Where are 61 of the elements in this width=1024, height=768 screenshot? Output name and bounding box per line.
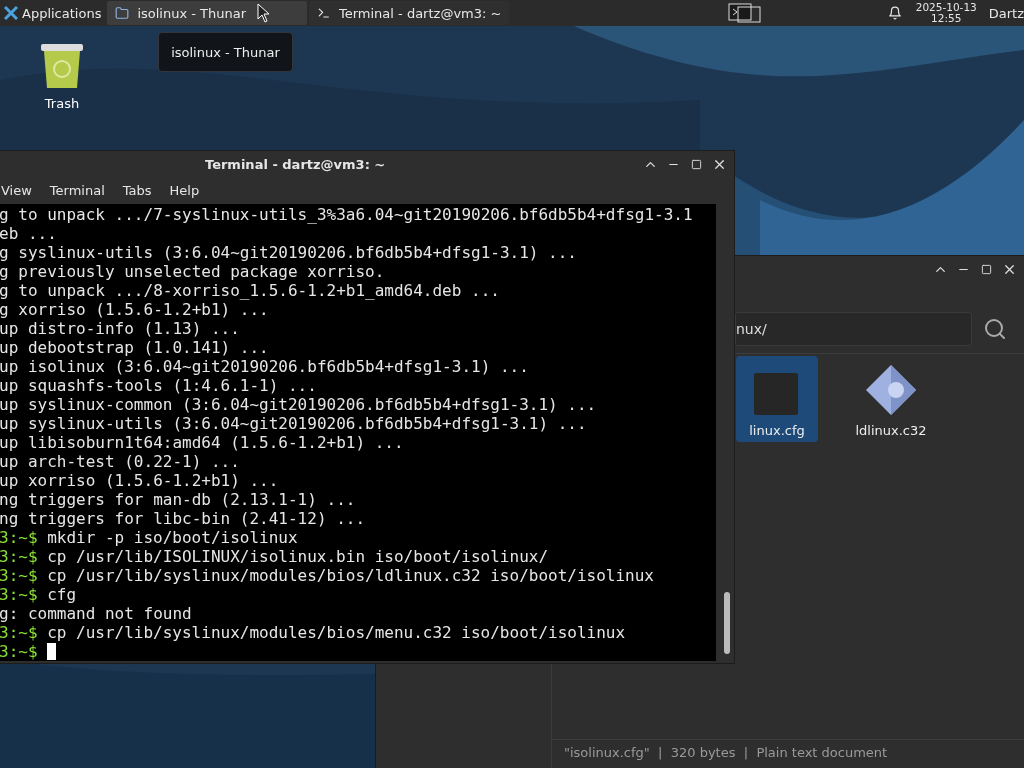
tooltip: isolinux - Thunar	[158, 32, 293, 72]
prompt: 3:~$	[0, 585, 38, 604]
terminal-line: ng triggers for libc-bin (2.41-12) ...	[0, 509, 366, 528]
gear-diamond-icon	[864, 363, 918, 417]
window-title: Terminal - dartz@vm3: ~	[205, 157, 386, 172]
terminal-line: up libisoburn1t64:amd64 (1.5.6-1.2+b1) ...	[0, 433, 404, 452]
clock[interactable]: 2025-10-13 12:55	[915, 2, 977, 24]
terminal-line: ng triggers for man-db (2.13.1-1) ...	[0, 490, 356, 509]
file-item[interactable]: ldlinux.c32	[850, 356, 932, 442]
menu-item[interactable]: Tabs	[120, 182, 160, 198]
file-item[interactable]: linux.cfg	[736, 356, 818, 442]
document-icon	[754, 371, 800, 417]
terminal-line: g: command not found	[0, 604, 192, 623]
terminal-line: up squashfs-tools (1:4.6.1-1) ...	[0, 376, 317, 395]
logo-icon	[4, 6, 18, 20]
taskbar-button[interactable]: Terminal - dartz@vm3: ~	[309, 1, 510, 25]
taskbar-button[interactable]: isolinux - Thunar	[107, 1, 308, 25]
prompt: 3:~$	[0, 566, 38, 585]
maximize-icon[interactable]	[981, 264, 992, 275]
terminal-line: up debootstrap (1.0.141) ...	[0, 338, 269, 357]
prompt: 3:~$	[0, 642, 38, 661]
desktop-icon-label[interactable]: Trash	[44, 96, 80, 111]
terminal-line: cp /usr/lib/syslinux/modules/bios/ldlinux.c32 iso/boot/isolinux	[47, 566, 654, 585]
terminal-line: up xorriso (1.5.6-1.2+b1) ...	[0, 471, 279, 490]
path-field[interactable]: nux/	[735, 312, 972, 346]
status-bar: "isolinux.cfg" | 320 bytes | Plain text document	[552, 739, 1024, 764]
prompt: 3:~$	[0, 528, 38, 547]
terminal-line: g previously unselected package xorriso.	[0, 262, 385, 281]
maximize-icon[interactable]	[691, 159, 702, 170]
terminal-line: g xorriso (1.5.6-1.2+b1) ...	[0, 300, 269, 319]
terminal-line: mkdir -p iso/boot/isolinux	[47, 528, 298, 547]
terminal-line: g to unpack .../7-syslinux-utils_3%3a6.04~git20190206.bf6db5b4+dfsg1-3.1	[0, 205, 693, 224]
terminal-line: g to unpack .../8-xorriso_1.5.6-1.2+b1_amd64.deb ...	[0, 281, 500, 300]
user-name[interactable]: Dartz	[988, 5, 1024, 21]
applications-menu[interactable]: Applications	[0, 0, 106, 26]
menu-item[interactable]: View	[0, 182, 40, 198]
terminal-line: cp /usr/lib/ISOLINUX/isolinux.bin iso/boot/isolinux/	[47, 547, 549, 566]
notification-icon[interactable]	[887, 6, 902, 20]
terminal-line: cp /usr/lib/syslinux/modules/bios/menu.c32 iso/boot/isolinux	[47, 623, 626, 642]
search-icon[interactable]	[983, 317, 1007, 341]
scrollbar-thumb[interactable]	[724, 592, 730, 654]
terminal-line: up arch-test (0.22-1) ...	[0, 452, 240, 471]
workspace-icon[interactable]	[727, 3, 762, 23]
prompt: 3:~$	[0, 623, 38, 642]
terminal-line: g syslinux-utils (3:6.04~git20190206.bf6db5b4+dfsg1-3.1) ...	[0, 243, 577, 262]
folder-icon	[115, 6, 130, 20]
close-icon[interactable]	[1002, 262, 1017, 277]
cursor	[47, 643, 57, 660]
close-icon[interactable]	[712, 157, 727, 172]
prompt: 3:~$	[0, 547, 38, 566]
menu-item[interactable]: Help	[167, 182, 208, 198]
terminal-line: cfg	[47, 585, 77, 604]
terminal-line: up syslinux-utils (3:6.04~git20190206.bf6db5b4+dfsg1-3.1) ...	[0, 414, 587, 433]
terminal-line: up isolinux (3:6.04~git20190206.bf6db5b4+dfsg1-3.1) ...	[0, 357, 529, 376]
menu-item[interactable]: Terminal	[47, 182, 113, 198]
terminal-line: eb ...	[0, 224, 57, 243]
trash-icon[interactable]	[39, 42, 85, 90]
terminal-line: up distro-info (1.13) ...	[0, 319, 240, 338]
terminal-line: up syslinux-common (3:6.04~git20190206.bf6db5b4+dfsg1-3.1) ...	[0, 395, 597, 414]
terminal-icon	[317, 6, 331, 20]
mouse-pointer-icon	[257, 3, 271, 23]
